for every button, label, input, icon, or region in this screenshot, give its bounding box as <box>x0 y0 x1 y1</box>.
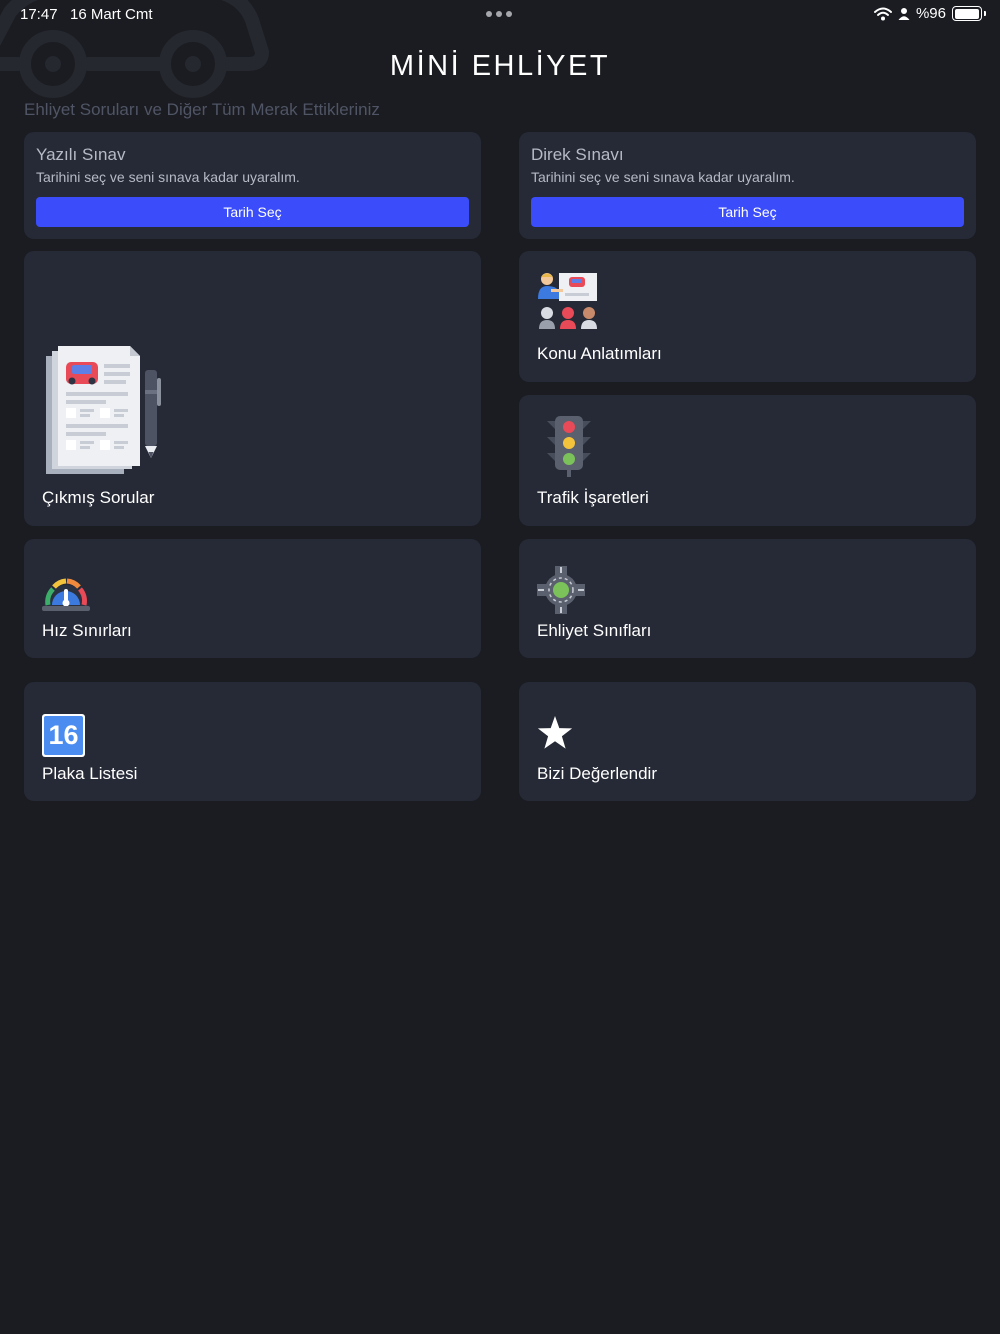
written-exam-card: Yazılı Sınav Tarihini seç ve seni sınava… <box>24 132 481 239</box>
wifi-icon <box>873 7 892 20</box>
menu-label: Konu Anlatımları <box>537 344 662 363</box>
driving-exam-card: Direk Sınavı Tarihini seç ve seni sınava… <box>519 132 976 239</box>
menu-label: Bizi Değerlendir <box>537 764 657 783</box>
exam-card-title: Direk Sınavı <box>531 145 624 164</box>
screen: 17:47 16 Mart Cmt %96 MİNİ EHLİYET Ehliy… <box>0 0 1000 1334</box>
past-questions-card[interactable]: Çıkmış Sorular <box>24 251 481 526</box>
exam-card-description: Tarihini seç ve seni sınava kadar uyaral… <box>531 169 795 185</box>
app-subtitle: Ehliyet Soruları ve Diğer Tüm Merak Etti… <box>24 100 380 119</box>
status-time: 17:47 <box>20 6 58 23</box>
battery-icon <box>952 6 986 21</box>
multitasking-dots-icon[interactable] <box>486 11 512 17</box>
license-classes-card[interactable]: Ehliyet Sınıfları <box>519 539 976 658</box>
plate-icon: 16 <box>42 714 85 757</box>
select-date-button[interactable]: Tarih Seç <box>531 197 964 227</box>
status-bar: 17:47 16 Mart Cmt %96 <box>0 0 1000 30</box>
star-icon <box>537 716 573 749</box>
exam-card-title: Yazılı Sınav <box>36 145 126 164</box>
person-icon <box>898 7 910 20</box>
menu-label: Hız Sınırları <box>42 621 132 640</box>
menu-label: Plaka Listesi <box>42 764 138 783</box>
menu-label: Çıkmış Sorular <box>42 488 155 507</box>
speed-limits-card[interactable]: Hız Sınırları <box>24 539 481 658</box>
traffic-light-icon <box>547 416 591 477</box>
plates-card[interactable]: 16 Plaka Listesi <box>24 682 481 801</box>
status-date: 16 Mart Cmt <box>70 6 153 23</box>
speedometer-icon <box>42 578 90 611</box>
menu-label: Trafik İşaretleri <box>537 488 649 507</box>
select-date-button[interactable]: Tarih Seç <box>36 197 469 227</box>
classroom-icon <box>538 273 597 329</box>
status-right: %96 <box>873 5 986 22</box>
menu-label: Ehliyet Sınıfları <box>537 621 652 640</box>
app-title: MİNİ EHLİYET <box>389 50 611 82</box>
exam-papers-icon <box>46 346 161 474</box>
lectures-card[interactable]: Konu Anlatımları <box>519 251 976 382</box>
rate-us-card[interactable]: Bizi Değerlendir <box>519 682 976 801</box>
traffic-signs-card[interactable]: Trafik İşaretleri <box>519 395 976 526</box>
roundabout-icon <box>537 566 585 614</box>
exam-card-description: Tarihini seç ve seni sınava kadar uyaral… <box>36 169 300 185</box>
battery-percent: %96 <box>915 5 946 22</box>
plate-number: 16 <box>48 720 79 750</box>
